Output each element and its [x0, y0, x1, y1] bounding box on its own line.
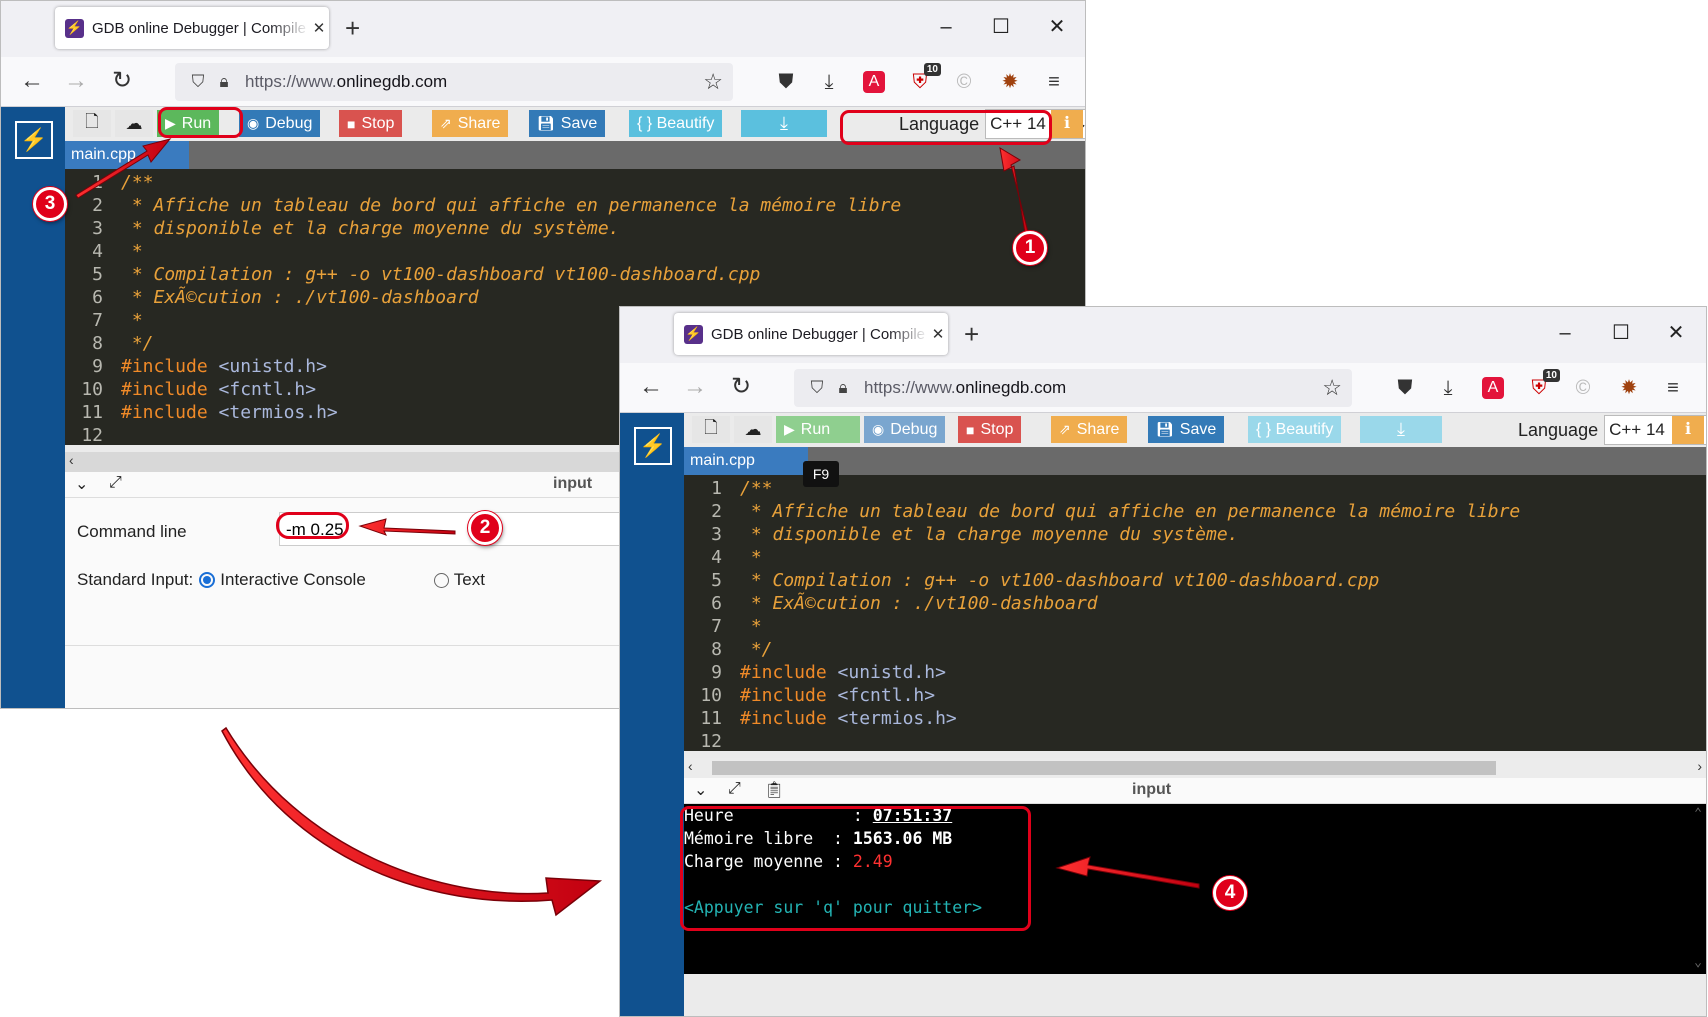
arrow-2 [358, 518, 456, 536]
arrow-1 [999, 147, 1029, 234]
annotation-number-4: 4 [1213, 876, 1247, 910]
run-shortcut-tooltip: F9 [803, 461, 839, 487]
arrow-big [221, 726, 603, 917]
arrow-4 [1055, 856, 1200, 889]
annotation-arrows [75, 138, 1200, 917]
annotation-number-1: 1 [1013, 231, 1047, 265]
annotation-number-2: 2 [468, 511, 502, 545]
arrow-3 [75, 138, 172, 199]
annotation-number-3: 3 [33, 187, 67, 221]
